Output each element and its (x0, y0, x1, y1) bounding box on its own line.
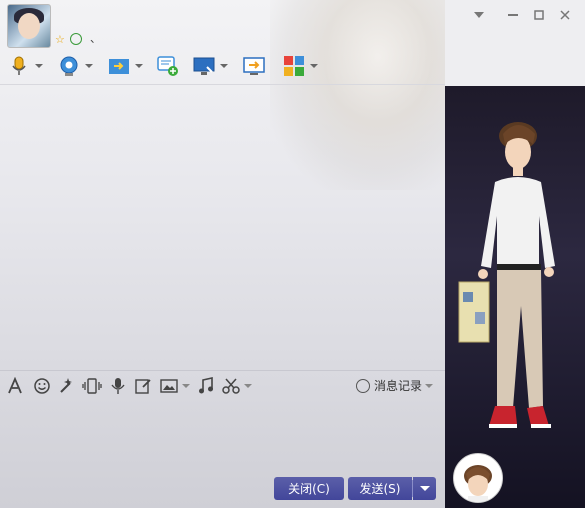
input-divider (0, 370, 445, 371)
magic-button[interactable] (58, 376, 76, 396)
emoji-button[interactable] (33, 376, 51, 396)
clock-icon (356, 378, 370, 393)
microphone-button[interactable] (8, 52, 43, 80)
remote-desktop-icon (193, 57, 215, 75)
history-label: 消息记录 (374, 379, 423, 393)
chat-window: ☆ 、 消息记录 关闭(C) 发送(S) (0, 0, 585, 508)
edit-icon (135, 379, 151, 394)
apps-icon (284, 56, 304, 76)
send-button[interactable]: 发送(S) (348, 477, 412, 500)
character-figure (458, 122, 555, 428)
vibrate-button[interactable] (82, 376, 102, 396)
status-icon[interactable] (70, 33, 82, 45)
new-message-button[interactable] (157, 52, 179, 80)
image-button[interactable] (160, 376, 191, 396)
message-display-area[interactable] (0, 85, 445, 370)
webcam-button[interactable] (58, 52, 93, 80)
image-icon (160, 379, 178, 393)
send-options-button[interactable] (413, 477, 436, 500)
new-message-icon (157, 56, 178, 76)
message-input[interactable] (0, 400, 445, 472)
share-screen-icon (243, 57, 265, 75)
music-button[interactable] (197, 376, 215, 396)
apps-button[interactable] (283, 52, 318, 80)
magic-icon (60, 378, 72, 393)
edit-button[interactable] (134, 376, 152, 396)
character-show-panel (445, 86, 585, 508)
skin-menu-icon[interactable] (470, 6, 488, 24)
font-icon (8, 377, 22, 394)
chevron-down-icon (419, 486, 430, 491)
top-toolbar (0, 52, 445, 84)
scissors-icon (222, 378, 240, 394)
minimize-icon[interactable] (504, 6, 522, 24)
webcam-icon (60, 56, 78, 76)
voice-message-button[interactable] (110, 376, 126, 396)
share-screen-button[interactable] (243, 52, 265, 80)
close-button[interactable]: 关闭(C) (274, 477, 344, 500)
microphone-icon (12, 56, 26, 75)
vibrate-icon (82, 378, 102, 394)
send-file-button[interactable] (108, 52, 143, 80)
character-avatar[interactable] (453, 453, 503, 503)
remote-desktop-button[interactable] (193, 52, 228, 80)
voice-icon (111, 378, 125, 394)
message-history-button[interactable]: 消息记录 (356, 377, 434, 394)
contact-name[interactable]: 、 (90, 30, 101, 46)
close-icon[interactable] (556, 6, 574, 24)
screenshot-button[interactable] (222, 376, 253, 396)
send-file-icon (109, 59, 129, 74)
emoji-icon (34, 378, 50, 394)
maximize-icon[interactable] (530, 6, 548, 24)
music-icon (199, 377, 213, 394)
font-button[interactable] (7, 376, 25, 396)
contact-avatar[interactable] (7, 4, 51, 48)
star-icon[interactable]: ☆ (55, 33, 65, 46)
